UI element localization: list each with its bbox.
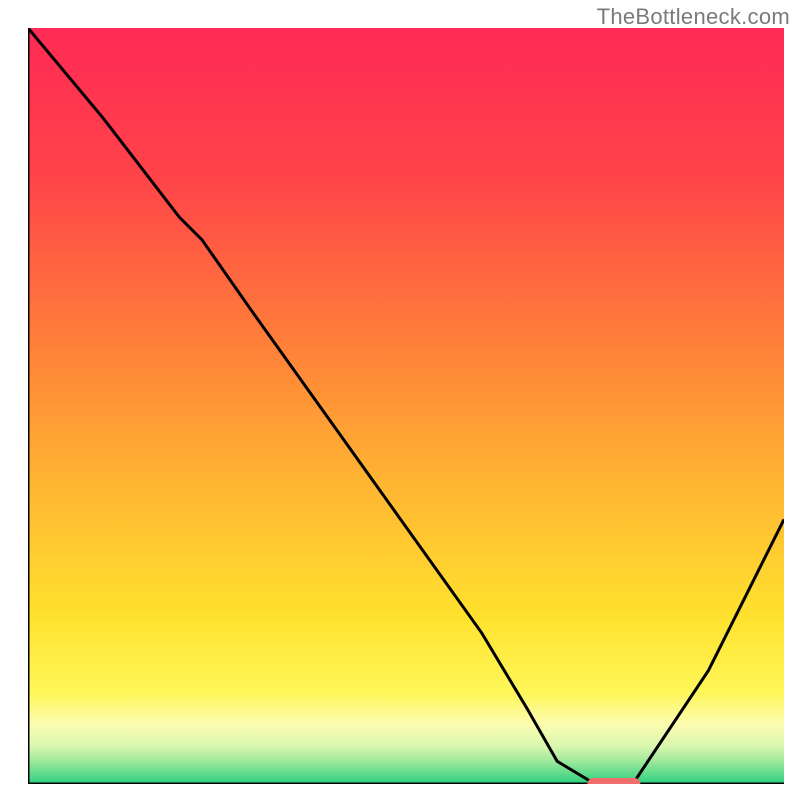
optimal-marker	[587, 778, 640, 784]
chart-svg	[28, 28, 784, 784]
watermark-text: TheBottleneck.com	[597, 4, 790, 30]
page-root: TheBottleneck.com	[0, 0, 800, 800]
chart-container	[28, 28, 784, 784]
plot-background	[28, 28, 784, 784]
